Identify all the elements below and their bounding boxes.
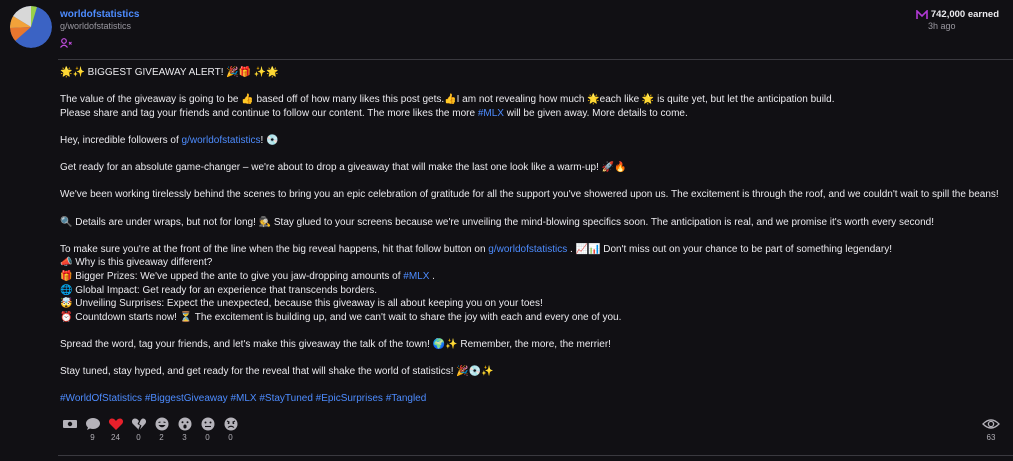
avatar[interactable]: [10, 6, 52, 48]
body-line: Hey, incredible followers of g/worldofst…: [60, 134, 279, 146]
body-line: We've been working tirelessly behind the…: [60, 189, 999, 201]
hashtags[interactable]: #WorldOfStatistics #BiggestGiveaway #MLX…: [60, 392, 1005, 406]
pie-chart-avatar-icon: [10, 6, 52, 48]
reaction-count: 0: [205, 433, 210, 442]
wow-button[interactable]: 3: [173, 417, 196, 442]
reaction-count: 3: [182, 433, 187, 442]
reaction-count: 0: [136, 433, 141, 442]
body-line: Get ready for an absolute game-changer –…: [60, 162, 627, 174]
body-line: 🔍 Details are under wraps, but not for l…: [60, 216, 934, 228]
comment-icon: [85, 418, 100, 430]
body-line: Please share and tag your friends and co…: [60, 107, 688, 119]
body-line: ⏰ Countdown starts now! ⏳ The excitement…: [60, 311, 622, 323]
body-line: Stay tuned, stay hyped, and get ready fo…: [60, 366, 494, 378]
hashtag-link[interactable]: #MLX: [478, 108, 504, 119]
user-settings-icon[interactable]: [60, 38, 72, 51]
like-button[interactable]: 24: [104, 417, 127, 442]
comment-count: 9: [90, 433, 95, 442]
author-name[interactable]: worldofstatistics: [60, 9, 139, 20]
post-header: worldofstatistics g/worldofstatistics 74…: [0, 0, 1013, 58]
body-line: 🤯 Unveiling Surprises: Expect the unexpe…: [60, 298, 543, 310]
broken-heart-icon: [131, 418, 146, 430]
comment-button[interactable]: 9: [81, 417, 104, 442]
earned-text: 742,000 earned: [930, 9, 999, 20]
reaction-count: 0: [228, 433, 233, 442]
group-link[interactable]: g/worldofstatistics: [60, 21, 131, 31]
body-line: To make sure you're at the front of the …: [60, 243, 892, 255]
earned-amount: 742,000 earned: [916, 9, 999, 20]
divider-bottom: [58, 455, 1013, 456]
divider-top: [58, 59, 1013, 60]
eye-icon: [982, 419, 1000, 429]
group-mention-link[interactable]: g/worldofstatistics: [182, 135, 261, 146]
post-body: 🌟✨ BIGGEST GIVEAWAY ALERT! 🎉🎁 ✨🌟 The val…: [60, 66, 1005, 406]
wow-icon: [178, 417, 191, 431]
angry-button[interactable]: 0: [219, 417, 242, 442]
body-line: 🎁 Bigger Prizes: We've upped the ante to…: [60, 270, 435, 282]
reaction-count: 2: [159, 433, 164, 442]
neutral-button[interactable]: 0: [196, 417, 219, 442]
view-count: 63: [986, 433, 996, 442]
angry-icon: [224, 417, 237, 431]
body-line: 📣 Why is this giveaway different?: [60, 257, 213, 269]
post-timestamp: 3h ago: [928, 21, 956, 31]
body-line: 🌟✨ BIGGEST GIVEAWAY ALERT! 🎉🎁 ✨🌟: [60, 67, 279, 78]
heart-icon: [108, 418, 123, 430]
laugh-button[interactable]: 2: [150, 417, 173, 442]
neutral-icon: [201, 417, 214, 431]
body-line: Spread the word, tag your friends, and l…: [60, 338, 611, 350]
body-line: The value of the giveaway is going to be…: [60, 94, 835, 106]
group-mention-link[interactable]: g/worldofstatistics: [488, 244, 567, 255]
dislike-button[interactable]: 0: [127, 417, 150, 442]
like-count: 24: [111, 433, 120, 442]
laugh-icon: [155, 417, 168, 431]
views-counter: 63: [980, 417, 1002, 442]
body-line: 🌐 Global Impact: Get ready for an experi…: [60, 284, 378, 296]
hashtag-link[interactable]: #MLX: [403, 271, 429, 282]
tip-money-icon: [62, 420, 77, 428]
mlx-coin-icon: [916, 9, 928, 19]
reaction-bar: 9 24 0 2 3 0 0: [58, 417, 242, 442]
tip-button[interactable]: [58, 417, 81, 442]
